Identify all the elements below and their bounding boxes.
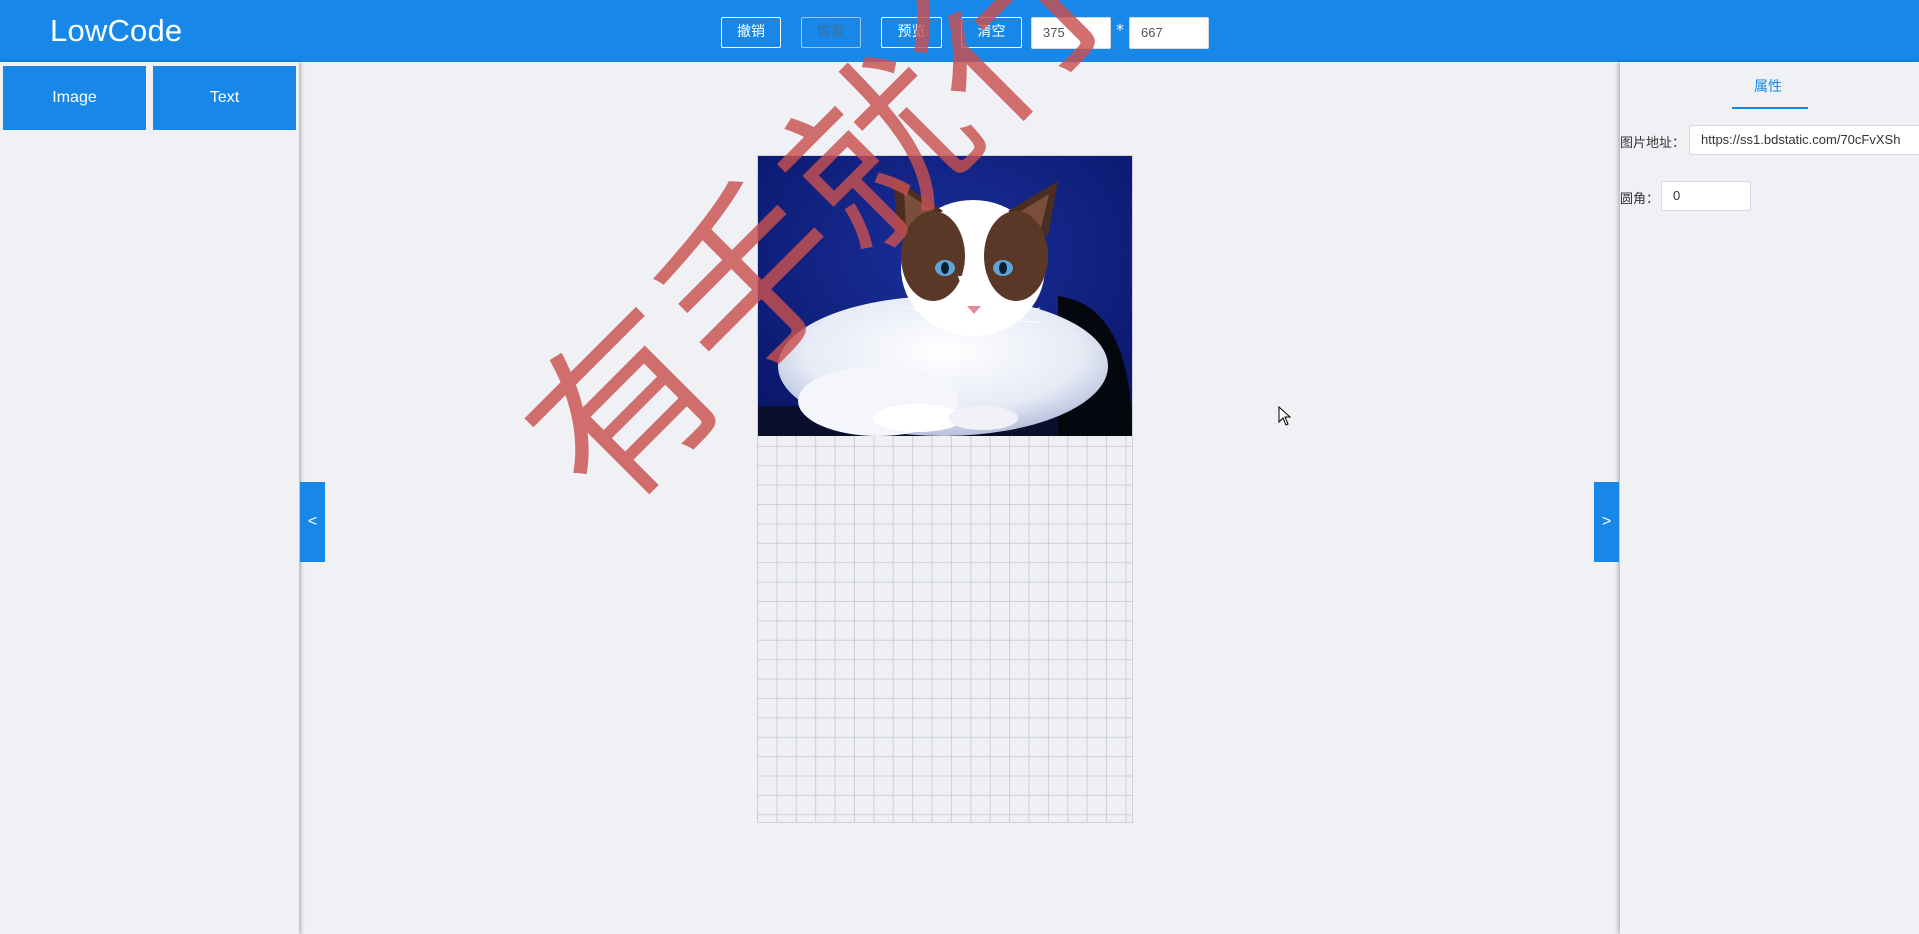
text-component-button[interactable]: Text (153, 66, 296, 130)
app-logo: LowCode (50, 13, 183, 48)
design-canvas[interactable] (757, 155, 1133, 823)
collapse-right-panel-button[interactable]: > (1594, 482, 1619, 562)
canvas-width-input[interactable]: 375 (1031, 17, 1111, 49)
radius-input[interactable]: 0 (1661, 181, 1751, 211)
component-panel: Image Text (0, 62, 299, 934)
property-panel: 属性 图片地址： https://ss1.bdstatic.com/70cFvX… (1620, 62, 1919, 934)
collapse-left-panel-button[interactable]: < (300, 482, 325, 562)
undo-button[interactable]: 撤销 (721, 17, 781, 48)
radius-label: 圆角： (1620, 192, 1660, 207)
active-tab-indicator (1732, 107, 1808, 109)
preview-button[interactable]: 预览 (881, 17, 942, 48)
image-component-button[interactable]: Image (3, 66, 146, 130)
cat-photo (758, 156, 1132, 436)
tab-properties[interactable]: 属性 (1730, 76, 1806, 96)
image-url-input[interactable]: https://ss1.bdstatic.com/70cFvXSh (1689, 125, 1919, 155)
clear-button[interactable]: 清空 (961, 17, 1022, 48)
size-separator: * (1116, 20, 1124, 39)
canvas-image-element[interactable] (758, 156, 1132, 436)
top-toolbar: LowCode 撤销 恢复 预览 清空 375 * 667 (0, 0, 1919, 62)
canvas-height-input[interactable]: 667 (1129, 17, 1209, 49)
mouse-cursor-icon (1278, 405, 1292, 430)
image-url-label: 图片地址： (1620, 136, 1686, 151)
redo-button[interactable]: 恢复 (801, 17, 861, 48)
